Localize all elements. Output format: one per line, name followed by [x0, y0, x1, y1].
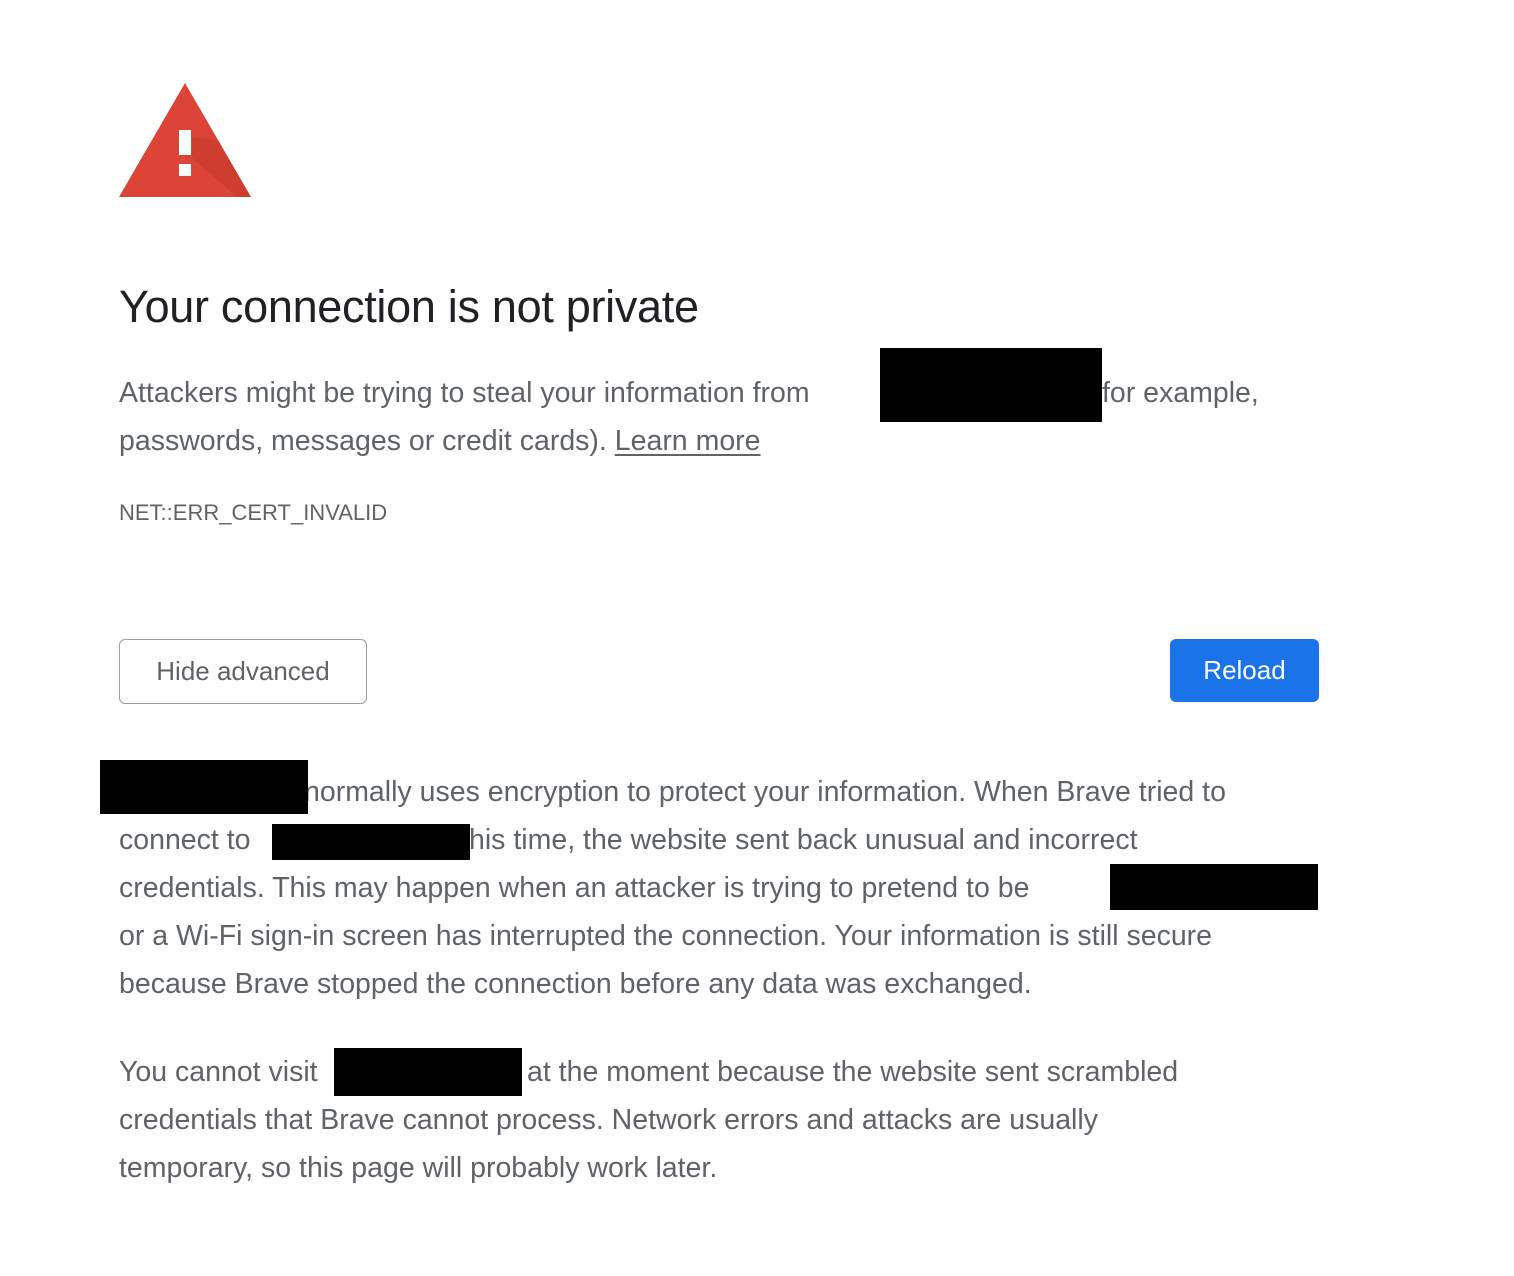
learn-more-link[interactable]: Learn more	[615, 425, 761, 457]
intro-text: passwords, messages or credit cards).	[119, 425, 607, 457]
reload-button[interactable]: Reload	[1170, 639, 1319, 702]
details-text: or a Wi-Fi sign-in screen has interrupte…	[119, 920, 1213, 952]
details-text: credentials. This may happen when an att…	[119, 872, 1030, 904]
redacted-domain	[334, 1048, 522, 1096]
cannot-visit-text: temporary, so this page will probably wo…	[119, 1152, 718, 1184]
redacted-domain	[1110, 864, 1318, 910]
intro-paragraph: Attackers might be trying to steal your …	[119, 369, 810, 465]
details-text: because Brave stopped the connection bef…	[119, 968, 1032, 1000]
cannot-visit-text: at the moment because the website sent s…	[527, 1056, 1179, 1088]
intro-text: for example,	[1102, 377, 1259, 409]
details-text: normally uses encryption to protect your…	[304, 776, 1226, 808]
details-text: his time, the website sent back unusual …	[469, 824, 1138, 856]
hide-advanced-button[interactable]: Hide advanced	[119, 639, 367, 704]
cannot-visit-text: credentials that Brave cannot process. N…	[119, 1104, 1098, 1136]
redacted-domain	[100, 760, 308, 814]
page-title: Your connection is not private	[119, 281, 699, 332]
error-code: NET::ERR_CERT_INVALID	[119, 500, 388, 525]
warning-triangle-icon	[119, 83, 251, 197]
details-text: connect to	[119, 824, 251, 856]
cannot-visit-text: You cannot visit	[119, 1056, 318, 1088]
redacted-domain	[880, 348, 1102, 422]
intro-text: Attackers might be trying to steal your …	[119, 377, 810, 409]
redacted-domain	[272, 824, 470, 860]
